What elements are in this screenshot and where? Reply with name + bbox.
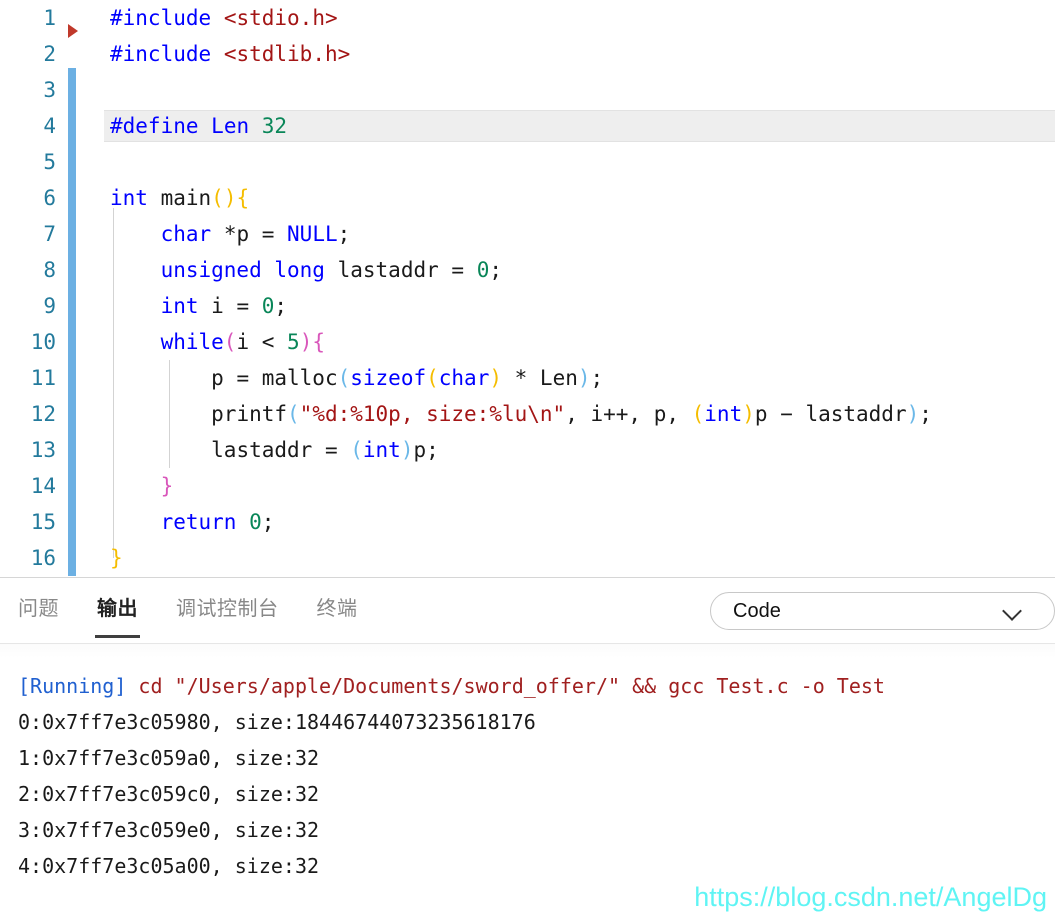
code-line[interactable]: 14 }	[0, 468, 1055, 504]
output-line: 3:0x7ff7e3c059e0, size:32	[18, 818, 320, 842]
line-number: 3	[43, 78, 56, 102]
output-console[interactable]: [Running] cd "/Users/apple/Documents/swo…	[0, 644, 1055, 917]
code-line[interactable]: 12 printf("%d:%10p, size:%lu\n", i++, p,…	[0, 396, 1055, 432]
line-number: 14	[30, 474, 56, 498]
line-number: 12	[30, 402, 56, 426]
code-line-text: lastaddr = (int)p;	[211, 438, 439, 462]
code-line[interactable]: 1 #include <stdio.h>	[0, 0, 1055, 36]
run-triangle-icon[interactable]	[68, 24, 78, 38]
output-line: 4:0x7ff7e3c05a00, size:32	[18, 854, 320, 878]
code-line-text: #define Len 32	[110, 114, 288, 138]
code-line-text: int main(){	[110, 186, 250, 210]
tab-output[interactable]: 输出	[95, 592, 140, 638]
code-editor[interactable]: 1 #include <stdio.h> 2 #include <stdlib.…	[0, 0, 1055, 577]
code-line-text: int i = 0;	[160, 294, 288, 318]
code-line[interactable]: 13 lastaddr = (int)p;	[0, 432, 1055, 468]
dirty-change-indicator	[68, 68, 76, 576]
code-line[interactable]: 16 }	[0, 540, 1055, 576]
code-line[interactable]: 9 int i = 0;	[0, 288, 1055, 324]
line-number: 6	[43, 186, 56, 210]
output-running-prefix: [Running]	[18, 674, 127, 698]
line-number: 8	[43, 258, 56, 282]
code-line[interactable]: 7 char *p = NULL;	[0, 216, 1055, 252]
line-number: 2	[43, 42, 56, 66]
line-number: 5	[43, 150, 56, 174]
code-line-text: p = malloc(sizeof(char) * Len);	[211, 366, 604, 390]
line-number: 15	[30, 510, 56, 534]
panel-tab-bar: 问题 输出 调试控制台 终端 Code	[0, 578, 1055, 643]
code-line-text: printf("%d:%10p, size:%lu\n", i++, p, (i…	[211, 402, 932, 426]
tab-terminal[interactable]: 终端	[315, 592, 360, 629]
line-number: 7	[43, 222, 56, 246]
code-line[interactable]: 2 #include <stdlib.h>	[0, 36, 1055, 72]
line-number: 11	[30, 366, 56, 390]
output-line: 0:0x7ff7e3c05980, size:18446744073235618…	[18, 710, 536, 734]
code-line-text: return 0;	[160, 510, 275, 534]
code-line[interactable]: 6 int main(){	[0, 180, 1055, 216]
code-line[interactable]: 3	[0, 72, 1055, 108]
code-line[interactable]: 15 return 0;	[0, 504, 1055, 540]
output-line: 1:0x7ff7e3c059a0, size:32	[18, 746, 320, 770]
line-number: 13	[30, 438, 56, 462]
code-line-text: #include <stdlib.h>	[110, 42, 351, 66]
line-number: 16	[30, 546, 56, 570]
code-line-text: }	[160, 474, 174, 498]
watermark-text: https://blog.csdn.net/AngelDg	[694, 882, 1047, 912]
code-line-text: unsigned long lastaddr = 0;	[160, 258, 502, 282]
output-channel-select[interactable]: Code	[710, 592, 1055, 630]
code-line-text: }	[110, 546, 123, 570]
code-line-text: #include <stdio.h>	[110, 6, 338, 30]
output-line: [Running] cd "/Users/apple/Documents/swo…	[0, 668, 1055, 704]
output-channel-value: Code	[733, 599, 781, 622]
code-line-text: char *p = NULL;	[160, 222, 351, 246]
tab-debug-console[interactable]: 调试控制台	[174, 592, 281, 629]
tab-problems[interactable]: 问题	[16, 592, 61, 629]
output-running-command: cd "/Users/apple/Documents/sword_offer/"…	[126, 674, 885, 698]
chevron-down-icon	[1004, 602, 1022, 620]
line-number: 9	[43, 294, 56, 318]
code-line-text: while(i < 5){	[160, 330, 325, 354]
code-line-current[interactable]: 4 #define Len 32	[0, 108, 1055, 144]
bottom-panel: 问题 输出 调试控制台 终端 Code [Running] cd "/Users…	[0, 578, 1055, 917]
line-number: 10	[30, 330, 56, 354]
code-line[interactable]: 5	[0, 144, 1055, 180]
code-line[interactable]: 10 while(i < 5){	[0, 324, 1055, 360]
line-number: 4	[43, 114, 56, 138]
code-line[interactable]: 8 unsigned long lastaddr = 0;	[0, 252, 1055, 288]
code-line[interactable]: 11 p = malloc(sizeof(char) * Len);	[0, 360, 1055, 396]
output-line: 2:0x7ff7e3c059c0, size:32	[18, 782, 320, 806]
line-number: 1	[43, 6, 56, 30]
